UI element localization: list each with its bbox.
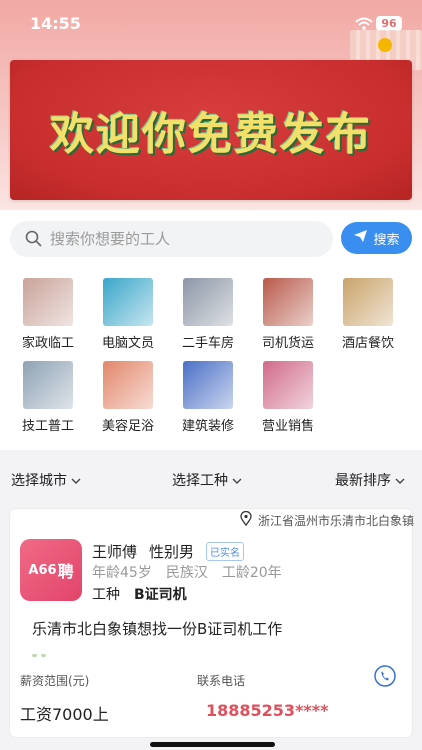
- category-item[interactable]: 司机货运: [248, 278, 328, 351]
- worker-age: 年龄45岁: [92, 565, 152, 581]
- factory-icon: [23, 361, 73, 409]
- phone-icon[interactable]: [374, 665, 396, 691]
- logo-text: A66: [28, 562, 57, 578]
- worker-gender: 性别男: [149, 543, 195, 561]
- computer-icon: [103, 278, 153, 326]
- truck-icon: [263, 278, 313, 326]
- decoration-mark: [378, 38, 392, 52]
- work-type-value: B证司机: [134, 587, 187, 603]
- category-label: 建筑装修: [181, 419, 234, 434]
- category-grid: 家政临工 电脑文员 二手车房 司机货运 酒店餐饮技工普工 美容足浴 建筑装修 营业销售: [8, 278, 414, 434]
- worker-experience: 工龄20年: [221, 565, 282, 581]
- category-label: 电脑文员: [101, 336, 154, 351]
- company-logo: A66 聘: [20, 539, 82, 601]
- work-type-label: 工种: [92, 587, 120, 603]
- phone-value[interactable]: 18885253****: [206, 701, 329, 720]
- category-label: 二手车房: [181, 336, 234, 351]
- logo-sub-text: 聘: [57, 562, 74, 581]
- sort-filter-label: 最新排序: [335, 473, 391, 489]
- search-input[interactable]: [50, 221, 320, 257]
- category-item[interactable]: 家政临工: [8, 278, 88, 351]
- send-icon: [353, 229, 368, 247]
- housekeeping-icon: [23, 278, 73, 326]
- sales-icon: [263, 361, 313, 409]
- verified-badge: 已实名: [206, 542, 245, 561]
- salary-label: 薪资范围(元): [20, 674, 90, 688]
- battery-icon: 96: [376, 16, 402, 31]
- category-item[interactable]: 电脑文员: [88, 278, 168, 351]
- location-text: 浙江省温州市乐清市北白象镇: [258, 513, 415, 528]
- foot-bath-icon: [103, 361, 153, 409]
- work-type-filter[interactable]: 选择工种: [172, 470, 242, 490]
- search-button[interactable]: 搜索: [341, 222, 412, 254]
- category-label: 营业销售: [261, 419, 314, 434]
- job-description: 乐清市北白象镇想找一份B证司机工作: [32, 620, 283, 638]
- name-row: 王师傅 性别男 已实名: [92, 541, 245, 562]
- city-filter-label: 选择城市: [11, 473, 67, 489]
- worker-name: 王师傅: [92, 543, 138, 561]
- phone-label: 联系电话: [197, 674, 246, 688]
- hotel-icon: [343, 278, 393, 326]
- worker-ethnicity: 民族汉: [165, 565, 208, 581]
- sort-filter[interactable]: 最新排序: [335, 470, 405, 490]
- chevron-down-icon: [71, 472, 81, 488]
- banner-text: 欢迎你免费发布: [50, 109, 372, 160]
- category-label: 美容足浴: [101, 419, 154, 434]
- category-item[interactable]: 酒店餐饮: [328, 278, 408, 351]
- promo-banner[interactable]: 欢迎你免费发布: [10, 60, 412, 200]
- category-item[interactable]: 美容足浴: [88, 361, 168, 434]
- home-indicator: [150, 742, 275, 747]
- chevron-down-icon: [232, 472, 242, 488]
- meta-row: 年龄45岁 民族汉 工龄20年: [92, 562, 282, 582]
- work-type-row: 工种 B证司机: [92, 584, 187, 604]
- worker-card[interactable]: 浙江省温州市乐清市北白象镇 A66 聘 王师傅 性别男 已实名 年龄45岁 民族…: [10, 509, 415, 737]
- category-label: 司机货运: [261, 336, 314, 351]
- divider-dots: [32, 654, 46, 657]
- status-time: 14:55: [30, 14, 81, 33]
- category-label: 技工普工: [21, 419, 74, 434]
- category-item[interactable]: 建筑装修: [168, 361, 248, 434]
- location-pin-icon: [240, 510, 252, 529]
- search-button-label: 搜索: [373, 232, 400, 248]
- category-item[interactable]: 营业销售: [248, 361, 328, 434]
- category-label: 家政临工: [21, 336, 74, 351]
- chevron-down-icon: [395, 472, 405, 488]
- search-box[interactable]: [10, 221, 333, 257]
- location-row: 浙江省温州市乐清市北白象镇: [240, 510, 415, 529]
- filter-bar: 选择城市 选择工种 最新排序: [0, 458, 422, 500]
- building-icon: [183, 361, 233, 409]
- work-type-filter-label: 选择工种: [172, 473, 228, 489]
- salary-value: 工资7000上: [20, 705, 109, 724]
- category-item[interactable]: 二手车房: [168, 278, 248, 351]
- category-label: 酒店餐饮: [341, 336, 394, 351]
- city-filter[interactable]: 选择城市: [11, 470, 81, 490]
- category-item[interactable]: 技工普工: [8, 361, 88, 434]
- used-car-house-icon: [183, 278, 233, 326]
- search-icon: [25, 230, 42, 251]
